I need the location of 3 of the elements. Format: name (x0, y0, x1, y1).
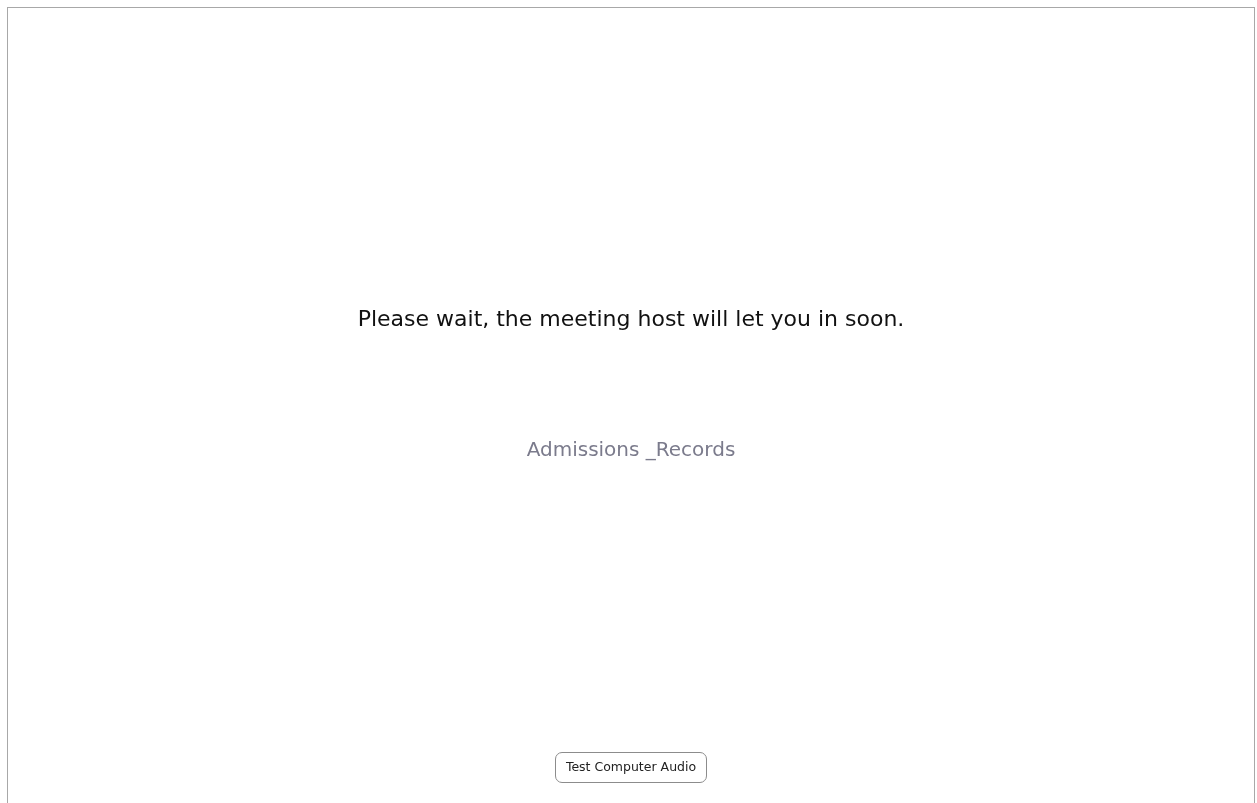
waiting-message: Please wait, the meeting host will let you in soon. (357, 305, 905, 333)
meeting-name: Admissions _Records (526, 436, 736, 463)
test-audio-button[interactable]: Test Computer Audio (554, 752, 708, 783)
